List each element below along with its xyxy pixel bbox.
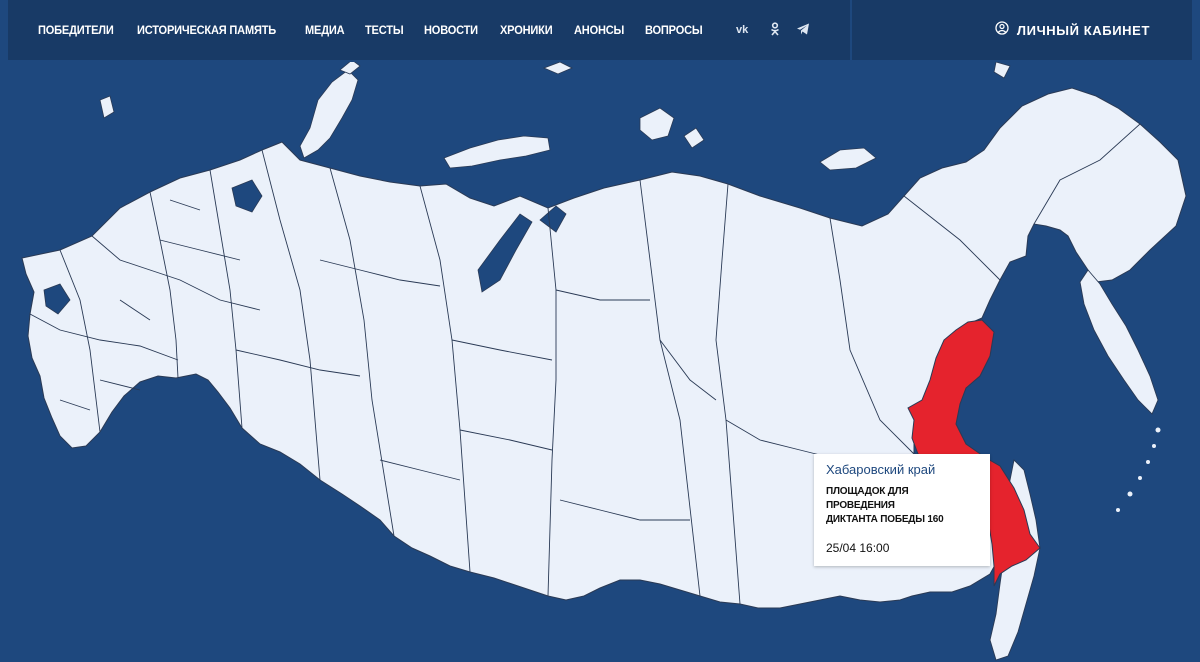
- odnoklassniki-icon[interactable]: [770, 22, 780, 36]
- tooltip-caption-line2: ДИКТАНТА ПОБЕДЫ 160: [826, 514, 944, 525]
- tooltip-region-name: Хабаровский край: [826, 462, 936, 477]
- nav-item-announcements[interactable]: АНОНСЫ: [574, 23, 624, 37]
- tooltip-datetime: 25/04 16:00: [826, 541, 890, 555]
- kamchatka-peninsula: [1079, 269, 1159, 415]
- nav-item-chronicles[interactable]: ХРОНИКИ: [500, 23, 553, 37]
- tooltip-caption-line1: ПЛОЩАДОК ДЛЯ ПРОВЕДЕНИЯ: [826, 486, 909, 511]
- user-circle-icon: [995, 20, 1009, 40]
- arctic-islands: [99, 62, 1011, 171]
- top-bar: ПОБЕДИТЕЛИ ИСТОРИЧЕСКАЯ ПАМЯТЬ МЕДИА ТЕС…: [0, 0, 1200, 62]
- personal-account-label: ЛИЧНЫЙ КАБИНЕТ: [1016, 22, 1150, 38]
- personal-account-button[interactable]: ЛИЧНЫЙ КАБИНЕТ: [995, 20, 1150, 40]
- telegram-icon[interactable]: [796, 22, 810, 36]
- vk-icon[interactable]: vk: [736, 22, 754, 36]
- russia-regions-map: [21, 62, 1187, 661]
- nav-panel: ПОБЕДИТЕЛИ ИСТОРИЧЕСКАЯ ПАМЯТЬ МЕДИА ТЕС…: [8, 0, 850, 60]
- main-nav: ПОБЕДИТЕЛИ ИСТОРИЧЕСКАЯ ПАМЯТЬ МЕДИА ТЕС…: [38, 23, 725, 37]
- kuril-islands: [1116, 427, 1161, 512]
- nav-item-media[interactable]: МЕДИА: [305, 23, 345, 37]
- social-links: vk: [736, 22, 810, 36]
- nav-item-tests[interactable]: ТЕСТЫ: [365, 23, 404, 37]
- nav-item-news[interactable]: НОВОСТИ: [424, 23, 478, 37]
- nav-item-winners[interactable]: ПОБЕДИТЕЛИ: [38, 23, 114, 37]
- region-tooltip: Хабаровский край ПЛОЩАДОК ДЛЯ ПРОВЕДЕНИЯ…: [814, 454, 990, 566]
- cabinet-panel: ЛИЧНЫЙ КАБИНЕТ: [852, 0, 1192, 60]
- nav-item-historical-memory[interactable]: ИСТОРИЧЕСКАЯ ПАМЯТЬ: [137, 23, 276, 37]
- nav-item-questions[interactable]: ВОПРОСЫ: [645, 23, 703, 37]
- svg-text:vk: vk: [736, 24, 749, 36]
